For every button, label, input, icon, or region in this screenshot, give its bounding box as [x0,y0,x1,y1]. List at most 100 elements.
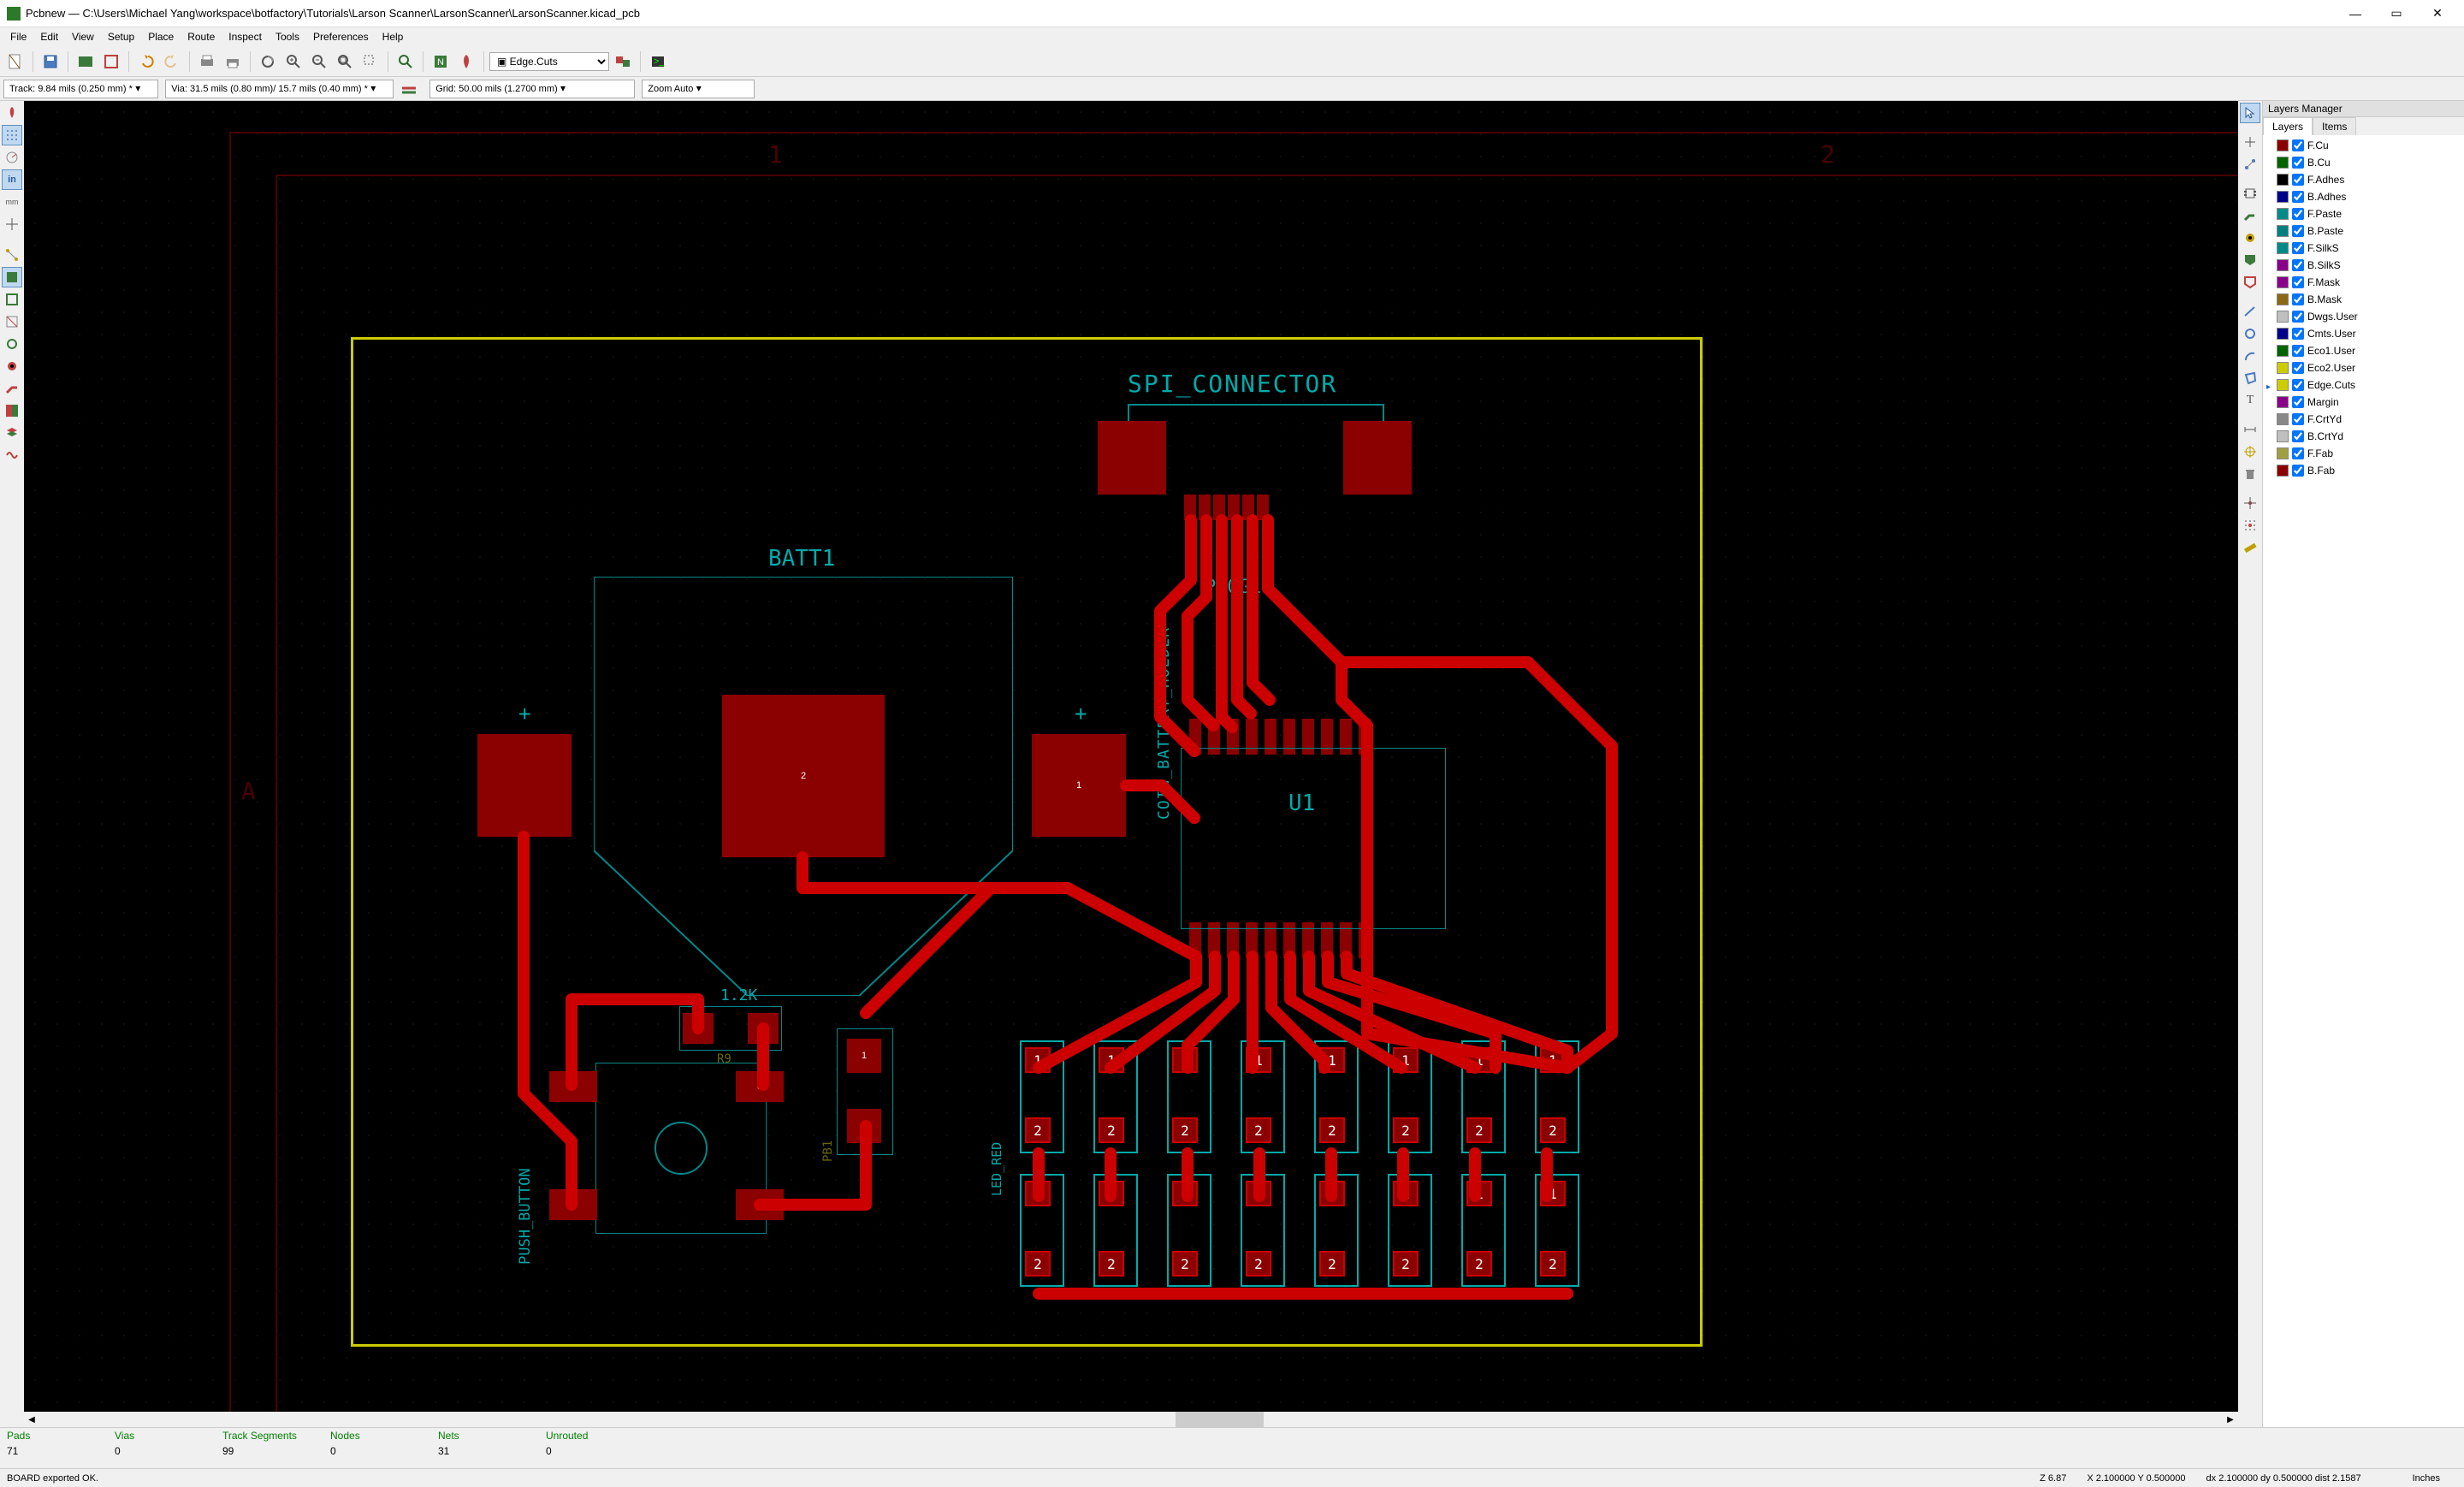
units-inch-button[interactable]: in [2,169,22,190]
layer-visible-checkbox[interactable] [2292,413,2304,425]
add-target-tool[interactable] [2240,441,2260,462]
layer-row-B-Paste[interactable]: B.Paste [2265,222,2462,240]
layer-row-Eco1-User[interactable]: Eco1.User [2265,342,2462,359]
layer-visible-checkbox[interactable] [2292,139,2304,151]
close-button[interactable]: ✕ [2418,0,2457,27]
show-filled-zones-button[interactable] [2,267,22,287]
zoom-fit-button[interactable] [333,50,357,74]
layer-row-B-Cu[interactable]: B.Cu [2265,154,2462,171]
layer-row-Cmts-User[interactable]: Cmts.User [2265,325,2462,342]
microwave-button[interactable] [2,445,22,465]
draw-polygon-tool[interactable] [2240,368,2260,388]
zoom-redraw-button[interactable] [256,50,280,74]
tracks-sketch-button[interactable] [2,378,22,399]
layer-pair-button[interactable] [611,50,635,74]
zoom-out-button[interactable] [307,50,331,74]
layer-row-F-Mask[interactable]: F.Mask [2265,274,2462,291]
layer-swatch[interactable] [2277,430,2289,442]
layer-swatch[interactable] [2277,157,2289,169]
delete-tool[interactable] [2240,464,2260,484]
layer-row-F-Adhes[interactable]: F.Adhes [2265,171,2462,188]
units-mm-button[interactable]: mm [2,192,22,212]
layers-button[interactable] [2,423,22,443]
layer-row-Edge-Cuts[interactable]: Edge.Cuts [2265,376,2462,394]
layer-row-F-Fab[interactable]: F.Fab [2265,445,2462,462]
menu-inspect[interactable]: Inspect [222,29,269,44]
layer-visible-checkbox[interactable] [2292,345,2304,357]
auto-track-width-button[interactable] [400,80,423,98]
layer-swatch[interactable] [2277,276,2289,288]
menu-place[interactable]: Place [141,29,181,44]
layer-swatch[interactable] [2277,225,2289,237]
grid-select[interactable]: Grid: 50.00 mils (1.2700 mm) ▾ [429,80,635,98]
plot-button[interactable] [221,50,245,74]
footprint-editor-button[interactable] [99,50,123,74]
layer-swatch[interactable] [2277,396,2289,408]
high-contrast-button[interactable] [2,400,22,421]
layer-visible-checkbox[interactable] [2292,208,2304,220]
layer-visible-checkbox[interactable] [2292,276,2304,288]
undo-button[interactable] [134,50,158,74]
pcb-canvas[interactable]: 1 2 A SPI_CONNECTOR PROG1 BATT1 [24,101,2238,1412]
layer-row-B-Adhes[interactable]: B.Adhes [2265,188,2462,205]
layer-visible-checkbox[interactable] [2292,311,2304,323]
print-button[interactable] [195,50,219,74]
layer-swatch[interactable] [2277,293,2289,305]
polar-coords-button[interactable] [2,147,22,168]
layer-visible-checkbox[interactable] [2292,430,2304,442]
add-footprint-tool[interactable] [2240,183,2260,204]
layer-row-B-CrtYd[interactable]: B.CrtYd [2265,428,2462,445]
add-text-tool[interactable]: T [2240,390,2260,411]
vias-sketch-button[interactable] [2,356,22,376]
layer-swatch[interactable] [2277,362,2289,374]
layer-visible-checkbox[interactable] [2292,362,2304,374]
add-keepout-tool[interactable] [2240,272,2260,293]
layer-visible-checkbox[interactable] [2292,447,2304,459]
menu-file[interactable]: File [3,29,33,44]
layer-row-F-Paste[interactable]: F.Paste [2265,205,2462,222]
layer-visible-checkbox[interactable] [2292,157,2304,169]
layer-swatch[interactable] [2277,465,2289,477]
scroll-right-arrow[interactable]: ▶ [2223,1412,2238,1427]
layer-row-Dwgs-User[interactable]: Dwgs.User [2265,308,2462,325]
scroll-left-arrow[interactable]: ◀ [24,1412,39,1427]
menu-route[interactable]: Route [181,29,222,44]
scroll-thumb[interactable] [1176,1412,1265,1427]
layer-swatch[interactable] [2277,191,2289,203]
menu-preferences[interactable]: Preferences [306,29,376,44]
redo-button[interactable] [160,50,184,74]
display-local-ratsnest-tool[interactable] [2240,154,2260,175]
canvas-h-scrollbar[interactable]: ◀ ▶ [24,1412,2238,1427]
layer-swatch[interactable] [2277,208,2289,220]
menu-tools[interactable]: Tools [269,29,306,44]
select-tool[interactable] [2240,103,2260,123]
draw-line-tool[interactable] [2240,301,2260,322]
layer-visible-checkbox[interactable] [2292,174,2304,186]
layer-visible-checkbox[interactable] [2292,259,2304,271]
layer-visible-checkbox[interactable] [2292,465,2304,477]
menu-edit[interactable]: Edit [33,29,65,44]
set-origin-tool[interactable] [2240,493,2260,513]
pads-sketch-button[interactable] [2,334,22,354]
layer-visible-checkbox[interactable] [2292,293,2304,305]
show-zone-outlines-button[interactable] [2,289,22,310]
grid-button[interactable] [2,125,22,145]
layer-row-B-Mask[interactable]: B.Mask [2265,291,2462,308]
draw-arc-tool[interactable] [2240,346,2260,366]
drc-button[interactable] [454,50,478,74]
layer-select[interactable]: ▣ Edge.Cuts [489,52,609,71]
layer-visible-checkbox[interactable] [2292,242,2304,254]
scripting-button[interactable]: >_ [646,50,670,74]
layer-visible-checkbox[interactable] [2292,396,2304,408]
highlight-net-tool[interactable] [2240,132,2260,152]
via-size-select[interactable]: Via: 31.5 mils (0.80 mm)/ 15.7 mils (0.4… [165,80,394,98]
layer-row-F-CrtYd[interactable]: F.CrtYd [2265,411,2462,428]
layer-swatch[interactable] [2277,379,2289,391]
layer-swatch[interactable] [2277,242,2289,254]
save-button[interactable] [38,50,62,74]
board-setup-button[interactable] [74,50,98,74]
show-zones-disabled-button[interactable] [2,311,22,332]
measure-tool[interactable] [2240,537,2260,558]
layer-swatch[interactable] [2277,413,2289,425]
layer-row-B-SilkS[interactable]: B.SilkS [2265,257,2462,274]
